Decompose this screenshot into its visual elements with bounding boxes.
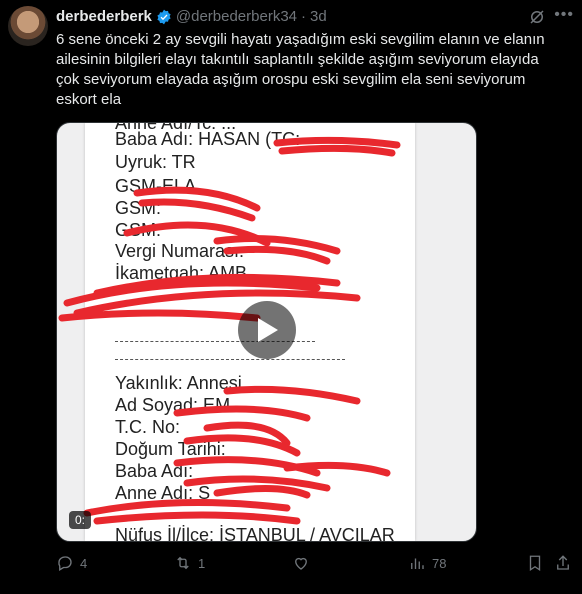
tweet-header: derbederberk @derbederberk34 · 3d (56, 8, 327, 25)
play-button[interactable] (238, 301, 296, 359)
share-button[interactable] (554, 554, 572, 572)
user-handle[interactable]: @derbederberk34 (176, 8, 297, 25)
share-icon (557, 555, 569, 570)
tweet-actions: 4 1 78 (56, 554, 572, 574)
repost-icon (177, 556, 189, 570)
views-count: 78 (432, 555, 447, 571)
tweet-time[interactable]: 3d (310, 8, 327, 25)
tweet-text: 6 sene önceki 2 ay sevgili hayatı yaşadı… (56, 31, 545, 108)
play-icon (258, 318, 278, 342)
user-name[interactable]: derbederberk (56, 8, 152, 25)
bookmark-icon (529, 555, 541, 572)
more-icon[interactable]: ••• (554, 6, 574, 24)
views-icon (411, 558, 424, 569)
avatar[interactable] (8, 6, 48, 46)
reply-icon (58, 556, 72, 571)
separator: · (301, 8, 307, 25)
grok-icon[interactable] (528, 8, 546, 26)
repost-button[interactable]: 1 (174, 554, 205, 572)
video-media[interactable]: Anne Adı/Tc: ... Baba Adı: HASAN (TC: Uy… (56, 122, 477, 542)
like-icon (295, 557, 307, 570)
views-button[interactable]: 78 (408, 554, 446, 572)
reply-button[interactable]: 4 (56, 554, 87, 572)
repost-count: 1 (198, 555, 206, 571)
like-button[interactable] (292, 554, 316, 572)
bookmark-button[interactable] (526, 554, 544, 572)
reply-count: 4 (80, 555, 88, 571)
video-time-badge: 0: (69, 511, 92, 529)
verified-icon (157, 9, 171, 24)
